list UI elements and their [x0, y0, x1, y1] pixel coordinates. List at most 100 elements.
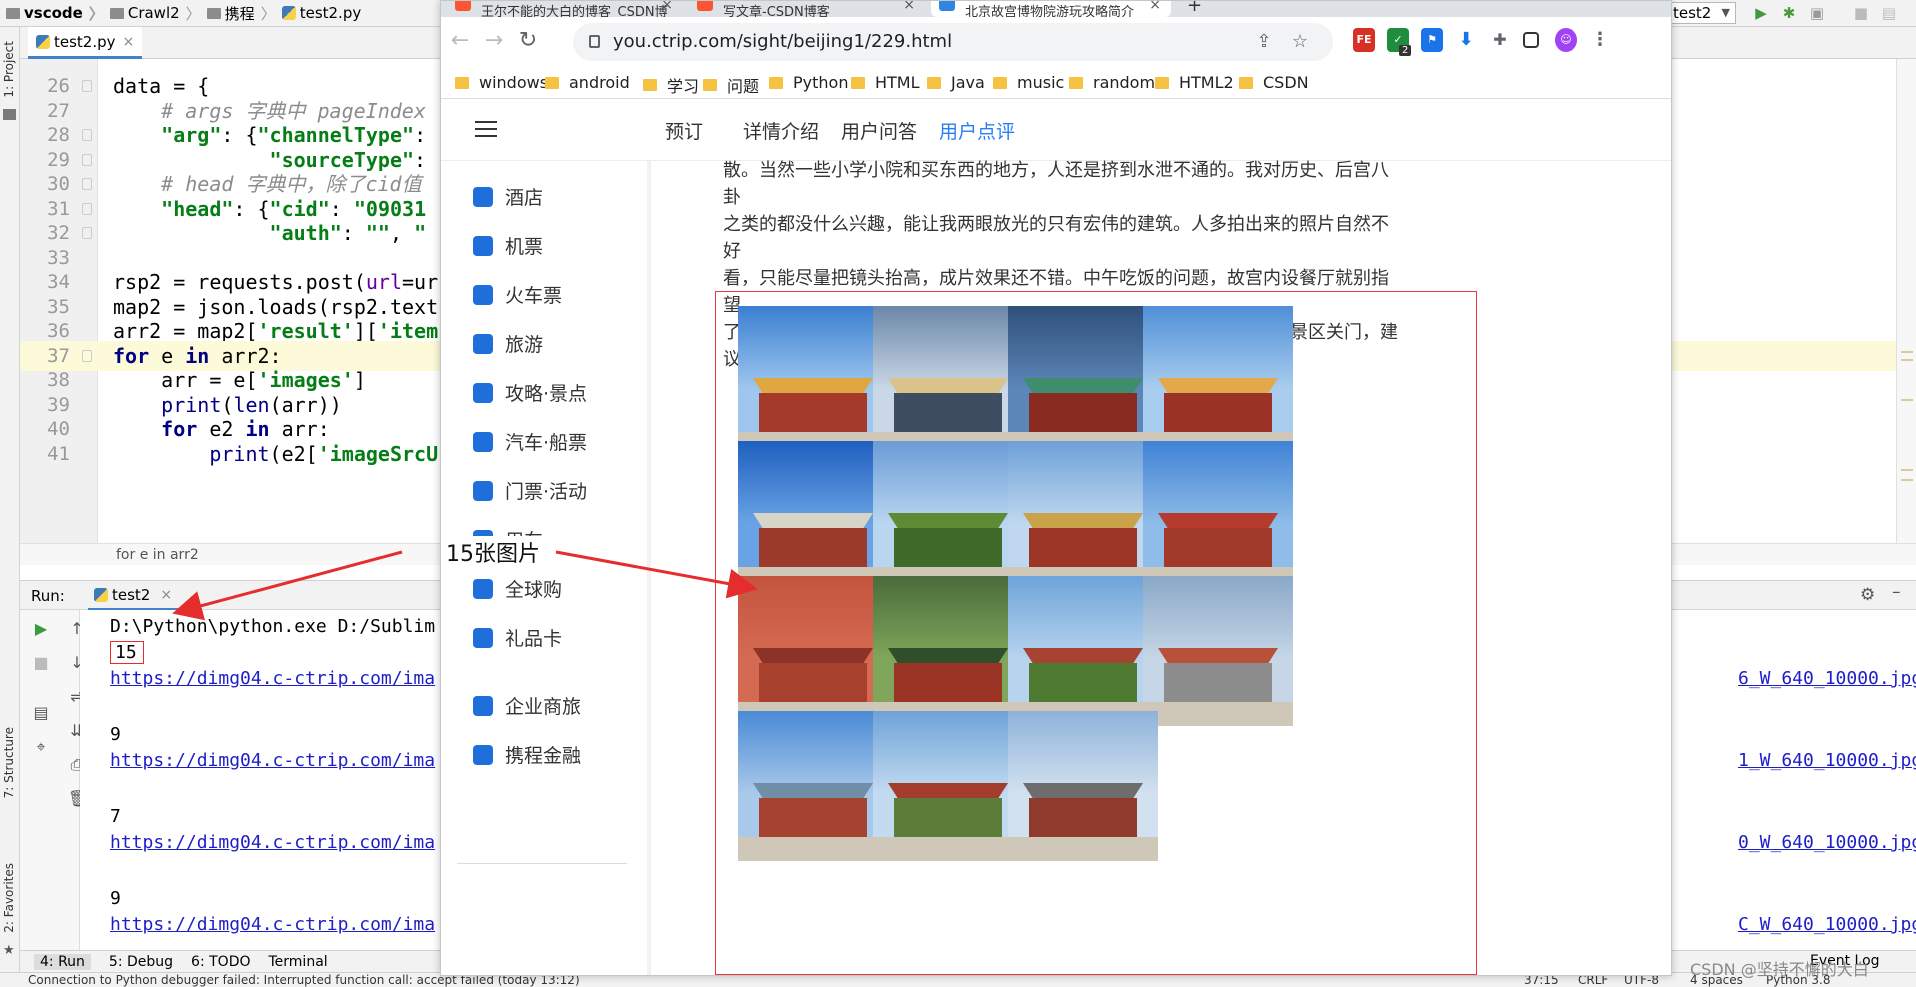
error-marker[interactable] — [1901, 469, 1913, 471]
gallery-photo[interactable] — [738, 576, 888, 726]
browser-tab-csdn-blog[interactable]: 王尔不能的大白的博客_CSDN博 × — [447, 1, 683, 17]
fold-marker-icon[interactable] — [82, 153, 92, 166]
console-url-link[interactable]: https://dimg04.c-ctrip.com/ima — [110, 750, 435, 771]
back-icon[interactable]: ← — [447, 28, 473, 54]
rerun-icon[interactable]: ▶ — [32, 620, 50, 638]
stop-icon[interactable]: ■ — [1852, 4, 1870, 22]
gallery-photo[interactable] — [1008, 711, 1158, 861]
run-tab-test2[interactable]: test2 × — [88, 581, 179, 611]
gallery-photo[interactable] — [1143, 576, 1293, 726]
hamburger-menu-icon[interactable] — [475, 121, 497, 137]
bookmark-3[interactable]: 问题 — [703, 73, 759, 97]
nav-item-8[interactable]: 全球购 — [473, 575, 562, 602]
project-tool-button[interactable]: 1: Project — [2, 41, 16, 98]
run-icon[interactable]: ▶ — [1752, 4, 1770, 22]
bookmark-9[interactable]: HTML2 — [1155, 73, 1234, 92]
terminal-tool-button[interactable]: Terminal — [269, 954, 328, 970]
pin-icon[interactable]: ⌖ — [32, 738, 50, 756]
console-url-link-tail[interactable]: 6_W_640_10000.jpg?proc — [1738, 668, 1916, 689]
run-config-select[interactable]: test2 ▼ — [1666, 2, 1736, 24]
gear-icon[interactable]: ⚙ — [1860, 585, 1875, 605]
tab-details[interactable]: 详情介绍 — [743, 117, 819, 144]
crumb-crawl2[interactable]: Crawl2 〉 — [109, 3, 201, 24]
close-icon[interactable]: × — [160, 587, 172, 603]
console-url-link[interactable]: https://dimg04.c-ctrip.com/ima — [110, 914, 435, 935]
fold-marker-icon[interactable] — [82, 80, 92, 92]
address-bar[interactable]: you.ctrip.com/sight/beijing1/229.html ⇪ … — [573, 23, 1333, 61]
reload-icon[interactable]: ↻ — [515, 28, 541, 54]
menu-dots-icon[interactable]: ⋮ — [1589, 28, 1611, 52]
gallery-photo[interactable] — [1008, 306, 1158, 456]
gallery-photo[interactable] — [873, 306, 1023, 456]
nav-item-11[interactable]: 携程金融 — [473, 741, 581, 768]
layout-icon[interactable]: ▤ — [32, 704, 50, 722]
crumb-ctrip[interactable]: 携程〉 — [206, 3, 276, 24]
nav-item-3[interactable]: 旅游 — [473, 330, 543, 357]
fold-marker-icon[interactable] — [82, 129, 92, 141]
download-icon[interactable]: ⬇ — [1455, 28, 1477, 52]
bookmark-2[interactable]: 学习 — [643, 73, 699, 97]
fold-marker-icon[interactable] — [82, 227, 92, 239]
gallery-photo[interactable] — [1143, 441, 1293, 591]
side-panel-icon[interactable] — [1523, 32, 1539, 48]
fold-marker-icon[interactable] — [82, 178, 92, 190]
share-icon[interactable]: ⇪ — [1253, 31, 1275, 53]
tab-reviews[interactable]: 用户点评 — [939, 117, 1015, 144]
console-url-link-tail[interactable]: 0_W_640_10000.jpg?proc — [1738, 832, 1916, 853]
console-url-link[interactable]: https://dimg04.c-ctrip.com/ima — [110, 832, 435, 853]
nav-item-10[interactable]: 企业商旅 — [473, 692, 581, 719]
close-icon[interactable]: × — [903, 1, 915, 13]
browser-tab-ctrip-active[interactable]: 北京故宫博物院游玩攻略简介 × — [931, 1, 1171, 17]
crumb-vscode[interactable]: vscode 〉 — [6, 3, 104, 24]
nav-item-6[interactable]: 门票·活动 — [473, 477, 587, 504]
stop-icon[interactable]: ■ — [32, 654, 50, 672]
error-marker[interactable] — [1901, 479, 1913, 481]
nav-item-5[interactable]: 汽车·船票 — [473, 428, 587, 455]
extension-user-icon[interactable]: ⚑ — [1421, 28, 1443, 52]
bookmark-6[interactable]: Java — [927, 73, 985, 92]
bookmark-7[interactable]: music — [993, 73, 1064, 92]
debug-icon[interactable]: ✱ — [1780, 4, 1798, 22]
bookmark-star-icon[interactable]: ☆ — [1289, 31, 1311, 53]
gallery-photo[interactable] — [1143, 306, 1293, 456]
gallery-photo[interactable] — [738, 711, 888, 861]
minimize-icon[interactable]: – — [1892, 582, 1901, 602]
coverage-icon[interactable]: ▣ — [1808, 4, 1826, 22]
bookmark-1[interactable]: android — [545, 73, 630, 92]
browser-tab-write-article[interactable]: 写文章-CSDN博客 × — [689, 1, 925, 17]
extension-fe-icon[interactable]: FE — [1353, 28, 1375, 52]
bookmark-4[interactable]: Python — [769, 73, 848, 92]
bookmark-5[interactable]: HTML — [851, 73, 920, 92]
gallery-photo[interactable] — [873, 441, 1023, 591]
nav-item-0[interactable]: 酒店 — [473, 183, 543, 210]
tab-booking[interactable]: 预订 — [665, 117, 703, 144]
nav-item-2[interactable]: 火车票 — [473, 281, 562, 308]
nav-item-9[interactable]: 礼品卡 — [473, 624, 562, 651]
error-marker[interactable] — [1901, 351, 1913, 353]
gallery-photo[interactable] — [1008, 441, 1158, 591]
extensions-puzzle-icon[interactable]: ✚ — [1489, 28, 1511, 52]
console-url-link[interactable]: https://dimg04.c-ctrip.com/ima — [110, 668, 435, 689]
gallery-photo[interactable] — [1008, 576, 1158, 726]
forward-icon[interactable]: → — [481, 28, 507, 54]
close-icon[interactable]: × — [123, 34, 135, 50]
favorites-tool-button[interactable]: 2: Favorites — [2, 863, 16, 933]
error-marker[interactable] — [1901, 359, 1913, 361]
bookmark-0[interactable]: windows — [455, 73, 548, 92]
tab-test2-py[interactable]: test2.py × — [28, 27, 143, 59]
build-icon[interactable]: ▤ — [1880, 4, 1898, 22]
bookmark-8[interactable]: random — [1069, 73, 1155, 92]
crumb-file[interactable]: test2.py — [281, 4, 361, 22]
todo-tool-button[interactable]: 6: TODO — [191, 954, 250, 970]
close-icon[interactable]: × — [1149, 1, 1161, 13]
gallery-photo[interactable] — [738, 306, 888, 456]
gallery-photo[interactable] — [873, 711, 1023, 861]
fold-marker-icon[interactable] — [82, 349, 92, 362]
fold-marker-icon[interactable] — [82, 202, 92, 215]
error-marker[interactable] — [1901, 399, 1913, 401]
structure-tool-button[interactable]: 7: Structure — [2, 727, 16, 798]
nav-item-1[interactable]: 机票 — [473, 232, 543, 259]
tab-qa[interactable]: 用户问答 — [841, 117, 917, 144]
nav-item-4[interactable]: 攻略·景点 — [473, 379, 587, 406]
new-tab-button[interactable]: + — [1179, 1, 1209, 17]
